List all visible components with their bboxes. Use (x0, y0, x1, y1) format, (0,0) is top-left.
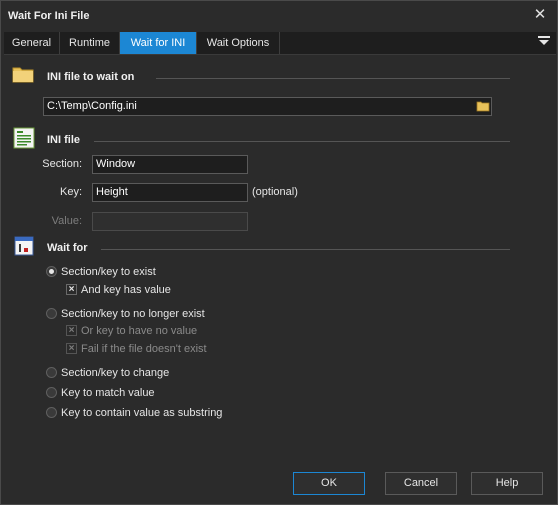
tab-runtime[interactable]: Runtime (60, 32, 120, 54)
section-title-ini-file: INI file (47, 134, 81, 146)
browse-folder-icon[interactable] (476, 99, 491, 114)
option-label: Section/key to no longer exist (61, 308, 205, 320)
ini-file-icon (13, 127, 35, 152)
option-label: Or key to have no value (81, 325, 198, 337)
tab-wait-for-ini[interactable]: Wait for INI (120, 32, 197, 54)
option-label: Section/key to exist (61, 266, 156, 278)
radio-section-key-exist[interactable] (46, 266, 57, 277)
option-label: And key has value (81, 284, 171, 296)
section-divider (156, 78, 510, 79)
section-field-label: Section: (42, 158, 82, 170)
option-label: Key to match value (61, 387, 155, 399)
checkbox-fail-if-missing[interactable]: × (66, 343, 77, 354)
checkbox-and-key-has-value[interactable]: × (66, 284, 77, 295)
tab-wait-options[interactable]: Wait Options (197, 32, 280, 54)
radio-section-key-change[interactable] (46, 367, 57, 378)
folder-icon (12, 65, 34, 86)
wait-for-icon (14, 236, 34, 259)
option-label: Section/key to change (61, 367, 170, 379)
value-input[interactable] (92, 212, 248, 231)
close-icon[interactable]: ✕ (531, 6, 549, 24)
radio-key-match-value[interactable] (46, 387, 57, 398)
section-divider (94, 141, 510, 142)
tab-general[interactable]: General (4, 32, 60, 54)
key-optional-hint: (optional) (252, 186, 298, 198)
section-input[interactable]: Window (92, 155, 248, 174)
ok-button[interactable]: OK (293, 472, 365, 495)
key-input[interactable]: Height (92, 183, 248, 202)
key-field-label: Key: (59, 186, 82, 198)
section-title-ini-file-to-wait-on: INI file to wait on (47, 71, 135, 83)
option-label: Fail if the file doesn't exist (81, 343, 207, 355)
tab-menu-icon[interactable] (538, 36, 550, 50)
help-button[interactable]: Help (471, 472, 543, 495)
dialog-window: Wait For Ini File ✕ General Runtime Wait… (0, 0, 558, 505)
radio-section-key-no-longer-exist[interactable] (46, 308, 57, 319)
section-title-wait-for: Wait for (47, 242, 88, 254)
title-bar: Wait For Ini File ✕ (1, 1, 557, 31)
ini-path-input[interactable]: C:\Temp\Config.ini (43, 97, 492, 116)
radio-key-contain-substring[interactable] (46, 407, 57, 418)
tab-bar: General Runtime Wait for INI Wait Option… (4, 32, 556, 55)
window-title: Wait For Ini File (8, 10, 90, 22)
section-divider (101, 249, 510, 250)
value-field-label: Value: (51, 215, 82, 227)
cancel-button[interactable]: Cancel (385, 472, 457, 495)
option-label: Key to contain value as substring (61, 407, 223, 419)
checkbox-or-key-no-value[interactable]: × (66, 325, 77, 336)
